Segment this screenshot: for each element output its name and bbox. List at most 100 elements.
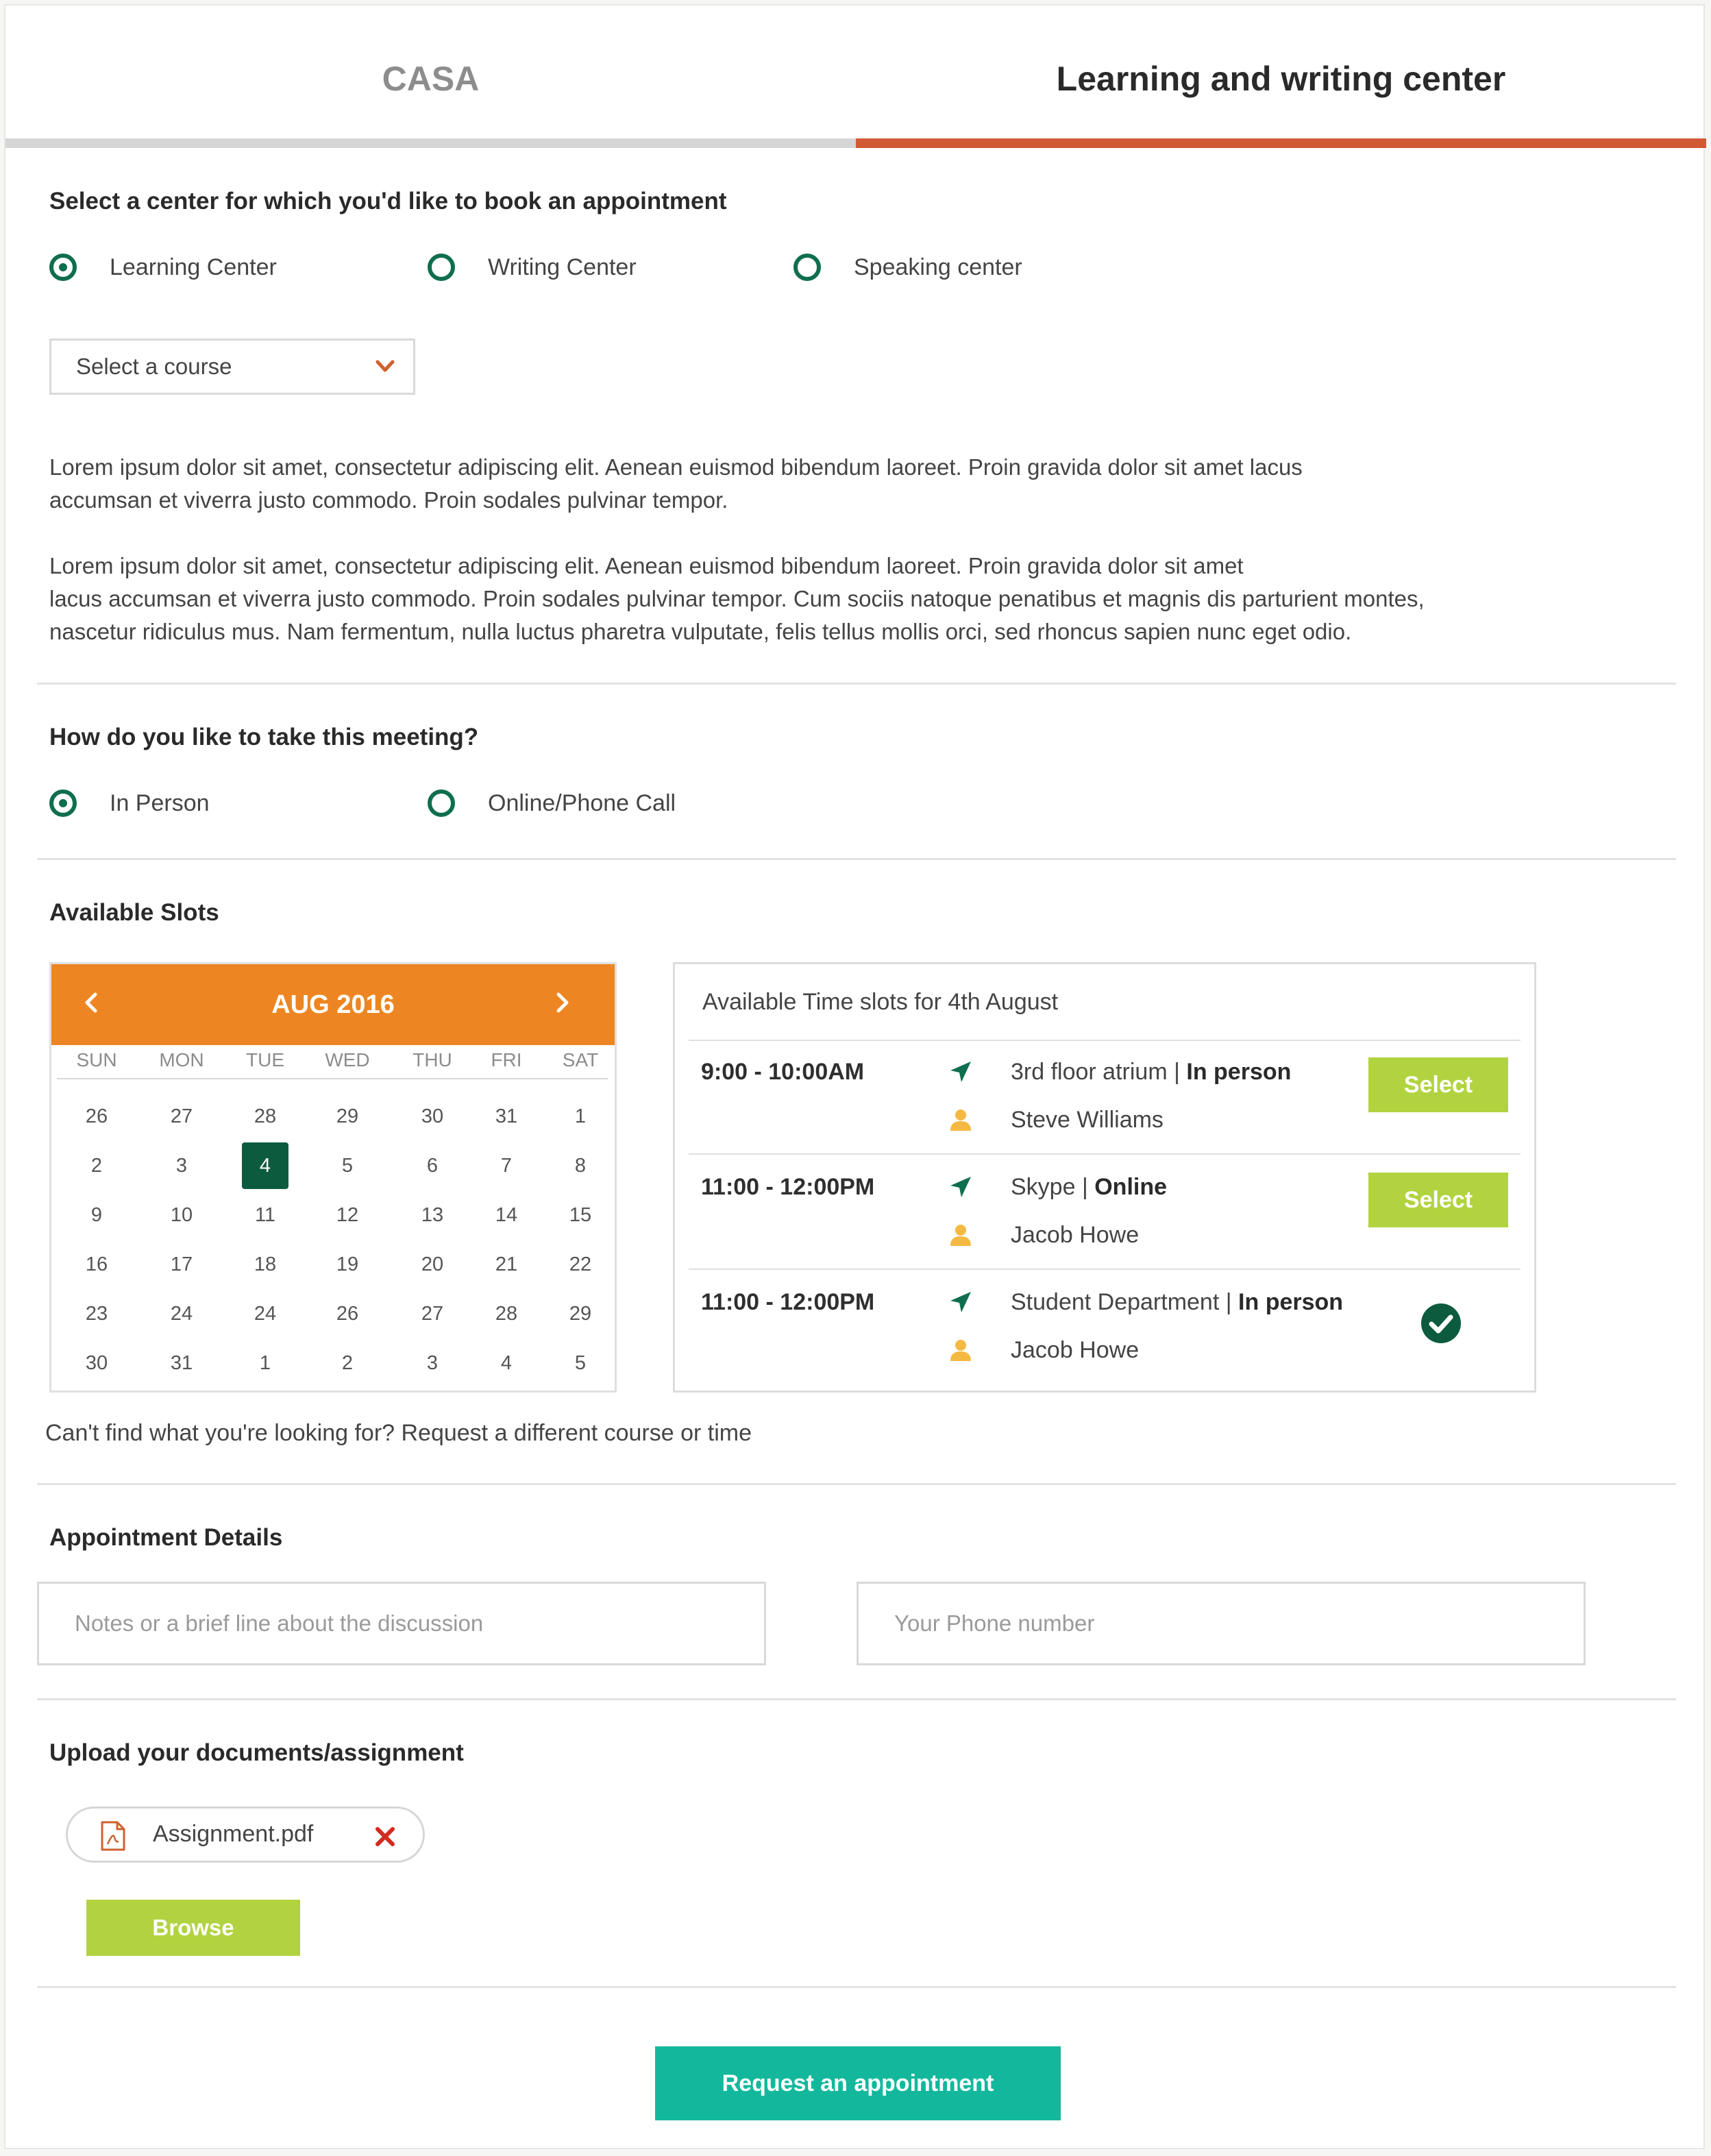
slot-mode: In person [1186, 1059, 1292, 1085]
remove-file-icon[interactable] [373, 1825, 397, 1848]
calendar-day[interactable]: 18 [242, 1241, 288, 1288]
page: CASA Learning and writing center Select … [0, 0, 1711, 2156]
radio-learning-center[interactable]: Learning Center [49, 254, 277, 281]
calendar-day[interactable]: 29 [324, 1093, 371, 1140]
calendar-day[interactable]: 24 [242, 1290, 288, 1337]
calendar-day[interactable]: 31 [483, 1093, 530, 1140]
slot-time: 11:00 - 12:00PM [701, 1174, 875, 1200]
calendar-day[interactable]: 15 [557, 1192, 604, 1238]
calendar-header: AUG 2016 [51, 964, 615, 1045]
slot-person: Jacob Howe [1011, 1337, 1140, 1363]
calendar-day[interactable]: 1 [557, 1093, 604, 1140]
slot-separator: | [1075, 1174, 1095, 1200]
radio-checked-icon[interactable] [49, 789, 77, 817]
slots-section-title: Available Slots [49, 899, 219, 926]
file-name: Assignment.pdf [153, 1821, 314, 1847]
select-slot-button[interactable]: Select [1368, 1057, 1508, 1112]
course-select[interactable]: Select a course [49, 339, 415, 395]
calendar-day[interactable]: 27 [409, 1290, 456, 1337]
radio-label: In Person [110, 789, 210, 816]
location-arrow-icon [950, 1292, 971, 1312]
request-appointment-button[interactable]: Request an appointment [655, 2046, 1061, 2120]
check-circle-icon[interactable] [1420, 1303, 1462, 1344]
calendar-day[interactable]: 4 [483, 1340, 530, 1386]
notes-input[interactable] [37, 1582, 766, 1665]
meeting-section-title: How do you like to take this meeting? [49, 724, 479, 750]
calendar-day[interactable]: 30 [73, 1340, 120, 1386]
slot-location-name: 3rd floor atrium [1011, 1059, 1168, 1085]
calendar-day[interactable]: 16 [73, 1241, 120, 1288]
slot-divider [689, 1040, 1521, 1041]
slot-location-name: Student Department [1011, 1289, 1220, 1315]
calendar-day[interactable]: 6 [409, 1142, 456, 1189]
tab-indicator-inactive [5, 138, 856, 148]
calendar-day[interactable]: 17 [158, 1241, 205, 1288]
person-icon [950, 1110, 971, 1131]
phone-input[interactable] [857, 1582, 1586, 1665]
select-slot-button[interactable]: Select [1368, 1173, 1508, 1227]
slot-location-name: Skype [1011, 1174, 1076, 1200]
calendar-weekday: TUE [246, 1049, 284, 1070]
calendar-day[interactable]: 2 [73, 1142, 120, 1189]
calendar-day[interactable]: 3 [409, 1340, 456, 1386]
radio-online-phone[interactable]: Online/Phone Call [428, 789, 676, 817]
description-paragraph-2: Lorem ipsum dolor sit amet, consectetur … [49, 550, 1557, 648]
time-slots-title: Available Time slots for 4th August [702, 989, 1059, 1015]
calendar-day-selected[interactable]: 4 [242, 1142, 288, 1189]
calendar-day[interactable]: 28 [242, 1093, 288, 1140]
calendar-weekday: SAT [562, 1049, 599, 1070]
slot-separator: | [1219, 1289, 1239, 1315]
calendar-day[interactable]: 5 [557, 1340, 604, 1386]
browse-button[interactable]: Browse [86, 1900, 300, 1956]
radio-writing-center[interactable]: Writing Center [428, 254, 637, 281]
calendar-day[interactable]: 30 [409, 1093, 456, 1140]
description-line: nascetur ridiculus mus. Nam fermentum, n… [49, 619, 1352, 644]
tab-learning-writing-center[interactable]: Learning and writing center [856, 5, 1706, 152]
radio-checked-icon[interactable] [49, 254, 77, 281]
chevron-right-icon[interactable] [549, 989, 576, 1016]
calendar-day[interactable]: 14 [483, 1192, 530, 1238]
calendar-day[interactable]: 13 [409, 1192, 456, 1238]
divider [37, 1986, 1676, 1988]
calendar-day[interactable]: 12 [324, 1192, 371, 1238]
calendar-day[interactable]: 26 [324, 1290, 371, 1337]
divider [37, 1483, 1676, 1485]
calendar-month-label: AUG 2016 [271, 990, 395, 1019]
calendar-day[interactable]: 29 [557, 1290, 604, 1337]
calendar-weekday-divider [57, 1078, 608, 1079]
calendar-day[interactable]: 7 [483, 1142, 530, 1189]
calendar-day[interactable]: 10 [158, 1192, 205, 1238]
description-line: Lorem ipsum dolor sit amet, consectetur … [49, 553, 1244, 578]
slot-mode: In person [1238, 1289, 1344, 1315]
calendar-day[interactable]: 22 [557, 1241, 604, 1288]
calendar-day[interactable]: 1 [242, 1340, 288, 1386]
radio-unchecked-icon[interactable] [428, 254, 455, 281]
calendar-day[interactable]: 24 [158, 1290, 205, 1337]
location-arrow-icon [950, 1062, 971, 1082]
calendar-day[interactable]: 26 [73, 1093, 120, 1140]
calendar-day[interactable]: 28 [483, 1290, 530, 1337]
calendar-day[interactable]: 9 [73, 1192, 120, 1238]
calendar-day[interactable]: 27 [158, 1093, 205, 1140]
calendar-day[interactable]: 11 [242, 1192, 288, 1238]
calendar-day[interactable]: 23 [73, 1290, 120, 1337]
calendar-day[interactable]: 31 [158, 1340, 205, 1386]
radio-in-person[interactable]: In Person [49, 789, 210, 817]
divider [37, 1698, 1676, 1700]
calendar-day[interactable]: 8 [557, 1142, 604, 1189]
calendar-day[interactable]: 5 [324, 1142, 371, 1189]
request-different-link[interactable]: Can't find what you're looking for? Requ… [45, 1420, 752, 1447]
calendar-weekday: SUN [76, 1049, 117, 1070]
calendar-day[interactable]: 2 [324, 1340, 371, 1386]
tab-casa[interactable]: CASA [5, 5, 856, 152]
calendar-day[interactable]: 19 [324, 1241, 371, 1288]
slot-divider [689, 1269, 1521, 1270]
calendar-day[interactable]: 21 [483, 1241, 530, 1288]
chevron-left-icon[interactable] [77, 989, 105, 1016]
radio-speaking-center[interactable]: Speaking center [793, 254, 1022, 281]
radio-unchecked-icon[interactable] [793, 254, 821, 281]
calendar-day[interactable]: 3 [158, 1142, 205, 1189]
person-icon [950, 1225, 971, 1246]
calendar-day[interactable]: 20 [409, 1241, 456, 1288]
radio-unchecked-icon[interactable] [428, 789, 455, 817]
